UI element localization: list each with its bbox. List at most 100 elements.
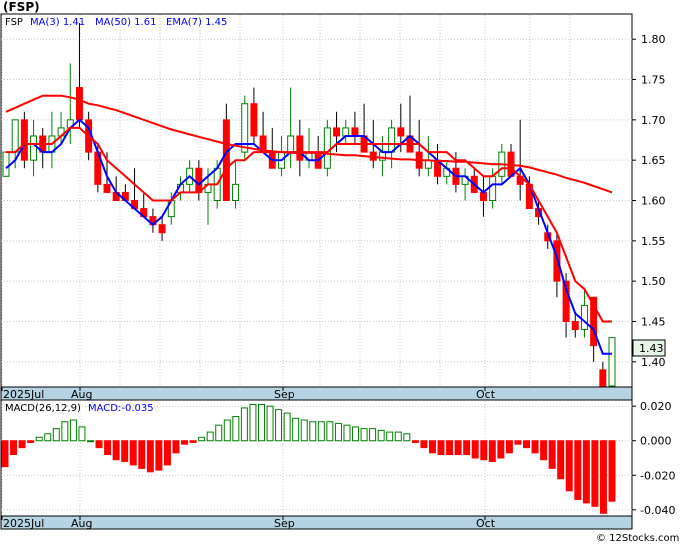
macd-bar xyxy=(121,440,129,462)
macd-xtick-label: Sep xyxy=(274,517,295,530)
last-price-label: 1.43 xyxy=(639,342,664,355)
macd-bar xyxy=(240,407,248,442)
macd-bar xyxy=(386,431,394,442)
macd-bar xyxy=(249,403,257,442)
macd-bar xyxy=(377,429,385,442)
macd-bar xyxy=(352,426,360,442)
candle-body xyxy=(608,337,616,387)
macd-ytick-label: -0.040 xyxy=(640,504,675,517)
macd-bar xyxy=(480,440,488,461)
macd-xtick-label: Oct xyxy=(476,517,496,530)
price-ytick-label: 1.65 xyxy=(641,154,666,167)
macd-title: MACD(26,12,9) xyxy=(5,403,81,414)
candle-body xyxy=(195,167,203,193)
candle-body xyxy=(232,183,240,202)
candle-body xyxy=(397,127,405,137)
macd-bar xyxy=(437,440,445,456)
macd-bar xyxy=(223,419,231,442)
chart-title: (FSP) xyxy=(3,0,40,14)
macd-bar xyxy=(497,440,505,459)
macd-bar xyxy=(18,440,26,449)
candle-body xyxy=(2,151,10,177)
candle-body xyxy=(250,103,258,137)
macd-bar xyxy=(505,440,513,454)
macd-bar xyxy=(198,436,206,442)
macd-bar xyxy=(420,440,428,449)
macd-bar xyxy=(232,416,240,442)
macd-bar xyxy=(10,440,18,456)
macd-bar xyxy=(95,440,103,449)
legend-ma3: MA(3) 1.41 xyxy=(30,17,85,28)
candle-body xyxy=(75,87,83,121)
macd-bar xyxy=(326,421,334,442)
candle-body xyxy=(489,175,497,202)
price-panel: 1.80 1.75 1.70 1.65 1.60 1.55 1.50 1.45 1.40 202… xyxy=(0,13,666,401)
candle-body xyxy=(287,135,295,153)
macd-bar xyxy=(446,440,454,456)
macd-bar xyxy=(309,421,317,442)
macd-bar xyxy=(317,421,325,442)
macd-bar xyxy=(44,433,52,442)
macd-bar xyxy=(104,440,112,456)
macd-bar xyxy=(155,440,163,471)
macd-bar xyxy=(463,440,471,456)
legend-ma50: MA(50) 1.61 xyxy=(95,17,156,28)
candle-body xyxy=(222,119,230,201)
candle-body xyxy=(342,127,350,137)
macd-bar xyxy=(35,436,43,442)
macd-xtick-label: 2025Jul xyxy=(3,517,44,530)
macd-bar xyxy=(52,428,60,442)
macd-bar xyxy=(574,440,582,500)
macd-panel: 0.020 0.000 -0.020 -0.040 2025Jul Aug Sep Oct xyxy=(0,399,675,530)
macd-bar xyxy=(565,440,573,492)
price-xtick-label: Aug xyxy=(71,388,92,401)
macd-bar xyxy=(411,440,419,443)
price-xtick-label: Sep xyxy=(274,388,295,401)
price-ytick-label: 1.50 xyxy=(641,275,666,288)
macd-bar xyxy=(343,424,351,442)
macd-bar xyxy=(582,440,590,504)
price-ytick-label: 1.55 xyxy=(641,235,666,248)
price-ytick-label: 1.70 xyxy=(641,114,666,127)
macd-bar xyxy=(189,440,197,443)
candle-body xyxy=(103,183,111,193)
candle-body xyxy=(571,320,579,331)
macd-bar xyxy=(292,417,300,442)
candle-body xyxy=(351,127,359,137)
macd-bar xyxy=(61,421,69,442)
macd-bar xyxy=(557,440,565,480)
macd-bar xyxy=(181,440,189,445)
macd-bar xyxy=(78,426,86,442)
macd-bar xyxy=(87,440,94,443)
macd-bar xyxy=(206,431,214,442)
macd-bar xyxy=(146,440,154,473)
macd-bar xyxy=(112,440,120,461)
price-x-axis-band xyxy=(0,386,633,401)
price-ytick-label: 1.75 xyxy=(641,74,666,87)
macd-bar xyxy=(257,403,265,442)
macd-bar xyxy=(531,440,539,454)
macd-xtick-label: Aug xyxy=(71,517,92,530)
macd-bar xyxy=(394,431,402,442)
macd-bar xyxy=(514,440,522,445)
candle-body xyxy=(11,119,19,153)
macd-bar xyxy=(266,405,274,442)
macd-bar xyxy=(215,424,223,442)
macd-bar xyxy=(1,440,9,468)
stock-chart: 1.80 1.75 1.70 1.65 1.60 1.55 1.50 1.45 1.40 202… xyxy=(0,0,680,546)
candle-body xyxy=(296,135,304,161)
price-xtick-label: Oct xyxy=(476,388,496,401)
macd-bar xyxy=(300,419,308,442)
candle-body xyxy=(388,127,396,153)
watermark: © 12Stocks.com xyxy=(596,533,679,544)
macd-bar xyxy=(591,440,599,507)
macd-bar xyxy=(548,440,556,469)
macd-value: MACD:-0.035 xyxy=(88,403,154,414)
macd-bar xyxy=(138,440,146,469)
price-ytick-label: 1.40 xyxy=(641,356,666,369)
macd-x-axis-band xyxy=(0,515,633,530)
macd-bar xyxy=(283,412,291,442)
macd-bar xyxy=(471,440,479,459)
legend-ticker: FSP xyxy=(5,17,23,28)
legend-ema7: EMA(7) 1.45 xyxy=(166,17,227,28)
